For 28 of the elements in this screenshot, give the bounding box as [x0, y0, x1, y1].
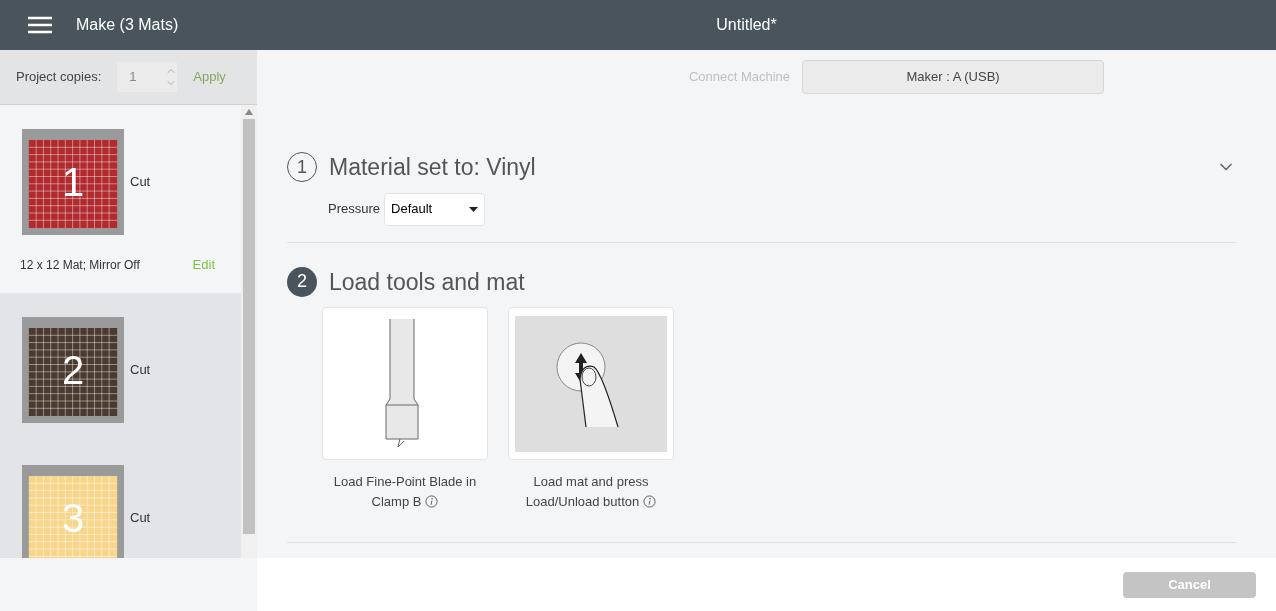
copies-label: Project copies:: [16, 68, 102, 87]
info-icon[interactable]: [425, 495, 439, 508]
machine-button[interactable]: Maker : A (USB): [802, 60, 1105, 94]
caret-icon: [469, 206, 479, 212]
step-title: Load tools and mat: [329, 267, 525, 297]
pressure-label: Pressure: [328, 200, 381, 219]
step-title: Material set to: Vinyl: [329, 153, 536, 182]
instruction-caption: Load Fine-Point Blade in Clamp B: [332, 473, 478, 511]
mat-number: 1: [61, 162, 85, 202]
mat-info: 12 x 12 Mat; Mirror Off: [20, 256, 140, 274]
mat-item[interactable]: 2 Cut: [0, 292, 241, 441]
cutting-mat[interactable]: 1: [22, 129, 124, 235]
cutting-mat[interactable]: 2: [22, 316, 124, 423]
step-number: 2: [287, 266, 317, 297]
mat-number: 2: [61, 349, 85, 390]
scrollbar[interactable]: [241, 105, 257, 558]
scroll-up-icon: [245, 109, 253, 115]
mat-action: Cut: [130, 173, 151, 192]
info-icon[interactable]: [643, 495, 657, 508]
document-title: Untitled*: [715, 15, 778, 35]
instruction-caption: Load mat and press Load/Unload button: [501, 472, 681, 512]
mat-number: 3: [61, 497, 85, 538]
mat-action: Cut: [130, 360, 151, 379]
menu-icon[interactable]: [28, 16, 52, 34]
pressure-dropdown[interactable]: Default: [384, 192, 486, 226]
mat-action: Cut: [130, 508, 151, 527]
header-title: Make (3 Mats): [76, 15, 179, 35]
mat-item[interactable]: 3 Cut: [0, 440, 241, 558]
